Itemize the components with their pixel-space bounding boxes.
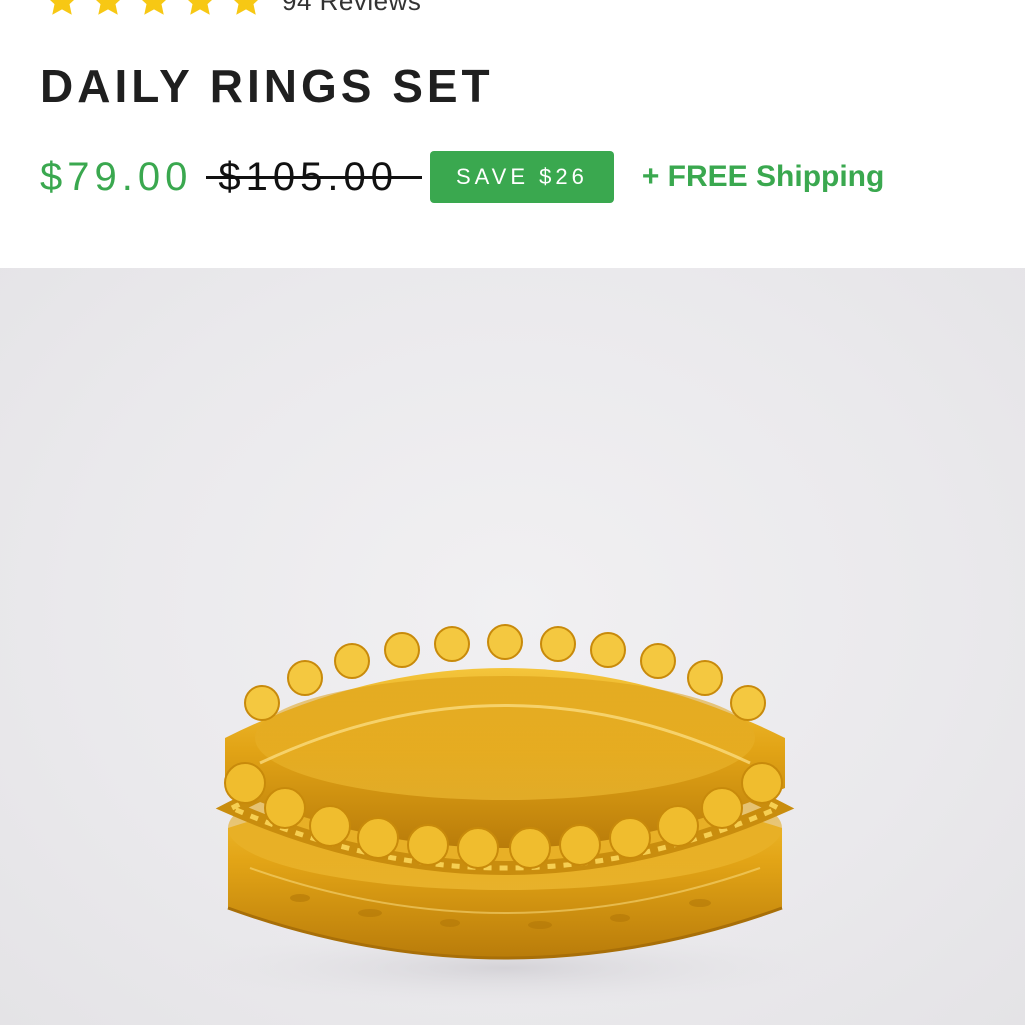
gold-rings-illustration: [175, 624, 835, 1008]
rating-row[interactable]: 94 Reviews: [44, 0, 421, 16]
star-icon: [50, 0, 74, 15]
star-icon: [96, 0, 120, 15]
sale-price: $79.00: [40, 154, 193, 199]
product-page: 94 Reviews DAILY RINGS SET $79.00 $105.0…: [0, 0, 1025, 1025]
star-icon: [234, 0, 258, 15]
strikethrough-line: [206, 176, 422, 179]
star-rating: [44, 0, 264, 19]
save-badge: SAVE $26: [429, 151, 614, 203]
price-row: $79.00 $105.00 SAVE $26 + FREE Shipping: [40, 150, 884, 204]
star-icon: [188, 0, 212, 15]
review-count-link[interactable]: 94 Reviews: [282, 0, 421, 17]
compare-at-price: $105.00: [206, 155, 422, 200]
star-icon: [142, 0, 166, 15]
product-title: DAILY RINGS SET: [40, 60, 494, 112]
product-image[interactable]: [0, 268, 1025, 1025]
free-shipping-note: + FREE Shipping: [641, 160, 885, 193]
